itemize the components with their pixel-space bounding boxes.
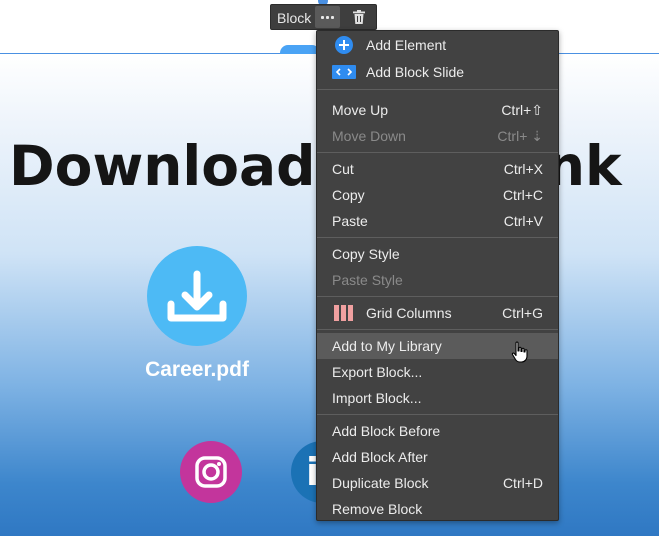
menu-item-add-block-slide[interactable]: Add Block Slide: [317, 59, 558, 85]
menu-item-label: Add to My Library: [332, 338, 442, 354]
ellipsis-icon: [321, 16, 324, 19]
menu-item-label: Add Block After: [332, 449, 428, 465]
download-icon: [167, 270, 227, 322]
menu-item-grid-columns[interactable]: Grid Columns Ctrl+G: [317, 300, 558, 326]
menu-separator: [317, 296, 558, 297]
block-toolbar: Block: [270, 4, 377, 30]
menu-item-add-element[interactable]: Add Element: [317, 32, 558, 58]
menu-item-remove-block[interactable]: Remove Block: [317, 496, 558, 522]
block-handle-tab[interactable]: [280, 45, 320, 54]
ellipsis-icon: [326, 16, 329, 19]
file-name-label[interactable]: Career.pdf: [130, 358, 264, 382]
more-options-button[interactable]: [315, 6, 340, 28]
menu-item-label: Copy: [332, 187, 365, 203]
menu-item-shortcut: Ctrl+ ⇣: [497, 128, 543, 144]
menu-item-paste-style[interactable]: Paste Style: [317, 267, 558, 293]
menu-item-label: Paste: [332, 213, 368, 229]
menu-item-label: Copy Style: [332, 246, 400, 262]
menu-item-shortcut: Ctrl+X: [503, 161, 543, 177]
menu-item-cut[interactable]: Cut Ctrl+X: [317, 156, 558, 182]
menu-item-move-up[interactable]: Move Up Ctrl+⇧: [317, 97, 558, 123]
menu-item-paste[interactable]: Paste Ctrl+V: [317, 208, 558, 234]
instagram-button[interactable]: [180, 441, 242, 503]
menu-item-label: Add Element: [366, 37, 447, 53]
menu-item-label: Add Block Slide: [366, 64, 465, 80]
menu-separator: [317, 237, 558, 238]
hand-cursor-icon: [511, 341, 528, 363]
trash-icon[interactable]: [351, 9, 367, 25]
menu-item-label: Remove Block: [332, 501, 423, 517]
menu-separator: [317, 329, 558, 330]
download-button[interactable]: [147, 246, 247, 346]
menu-item-label: Export Block...: [332, 364, 423, 380]
menu-item-label: Duplicate Block: [332, 475, 429, 491]
menu-item-shortcut: Ctrl+C: [502, 187, 543, 203]
menu-item-move-down[interactable]: Move Down Ctrl+ ⇣: [317, 123, 558, 149]
menu-item-shortcut: Ctrl+G: [502, 305, 543, 321]
menu-item-label: Grid Columns: [366, 305, 452, 321]
menu-item-shortcut: Ctrl+D: [502, 475, 543, 491]
menu-item-shortcut: Ctrl+⇧: [501, 102, 543, 118]
block-context-menu: Add Element Add Block Slide Move Up Ctrl…: [316, 30, 559, 521]
menu-item-label: Cut: [332, 161, 354, 177]
menu-item-import-block[interactable]: Import Block...: [317, 385, 558, 411]
menu-item-label: Add Block Before: [332, 423, 441, 439]
ellipsis-icon: [331, 16, 334, 19]
menu-item-add-block-before[interactable]: Add Block Before: [317, 418, 558, 444]
menu-item-duplicate-block[interactable]: Duplicate Block Ctrl+D: [317, 470, 558, 496]
menu-item-shortcut: Ctrl+V: [503, 213, 543, 229]
menu-item-add-block-after[interactable]: Add Block After: [317, 444, 558, 470]
block-toolbar-label[interactable]: Block: [277, 10, 311, 26]
menu-item-label: Paste Style: [332, 272, 403, 288]
grid-columns-icon: [334, 305, 353, 321]
menu-separator: [317, 414, 558, 415]
menu-separator: [317, 152, 558, 153]
menu-item-label: Move Up: [332, 102, 389, 118]
menu-item-copy-style[interactable]: Copy Style: [317, 241, 558, 267]
menu-item-label: Move Down: [332, 128, 406, 144]
menu-item-label: Import Block...: [332, 390, 422, 406]
plus-circle-icon: [335, 36, 353, 54]
menu-separator: [317, 89, 558, 90]
menu-item-copy[interactable]: Copy Ctrl+C: [317, 182, 558, 208]
slide-arrows-icon: [332, 65, 356, 79]
instagram-icon: [195, 456, 227, 488]
